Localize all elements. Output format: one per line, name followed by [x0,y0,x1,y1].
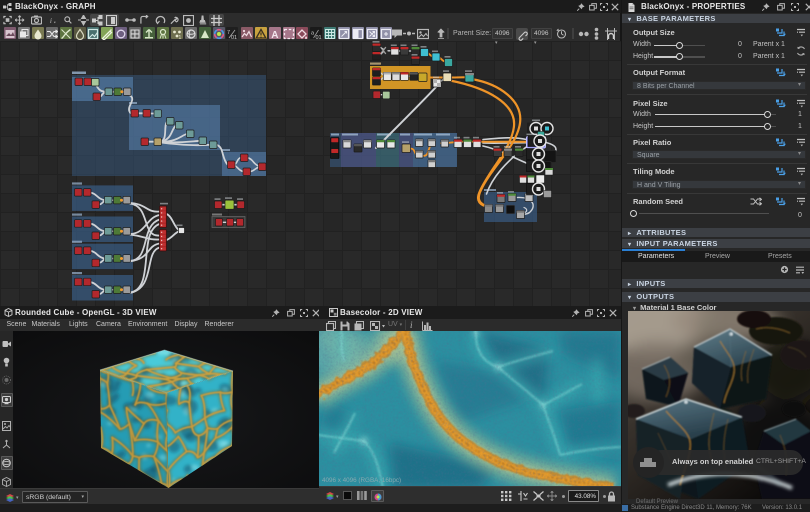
svg-text:01: 01 [316,35,322,40]
svg-text:a: a [311,31,315,37]
svg-text:1: 1 [178,35,181,40]
svg-text:7: 7 [227,30,230,36]
svg-text:i: i [50,15,52,24]
svg-text:A: A [271,30,278,40]
svg-text:01: 01 [231,35,237,40]
